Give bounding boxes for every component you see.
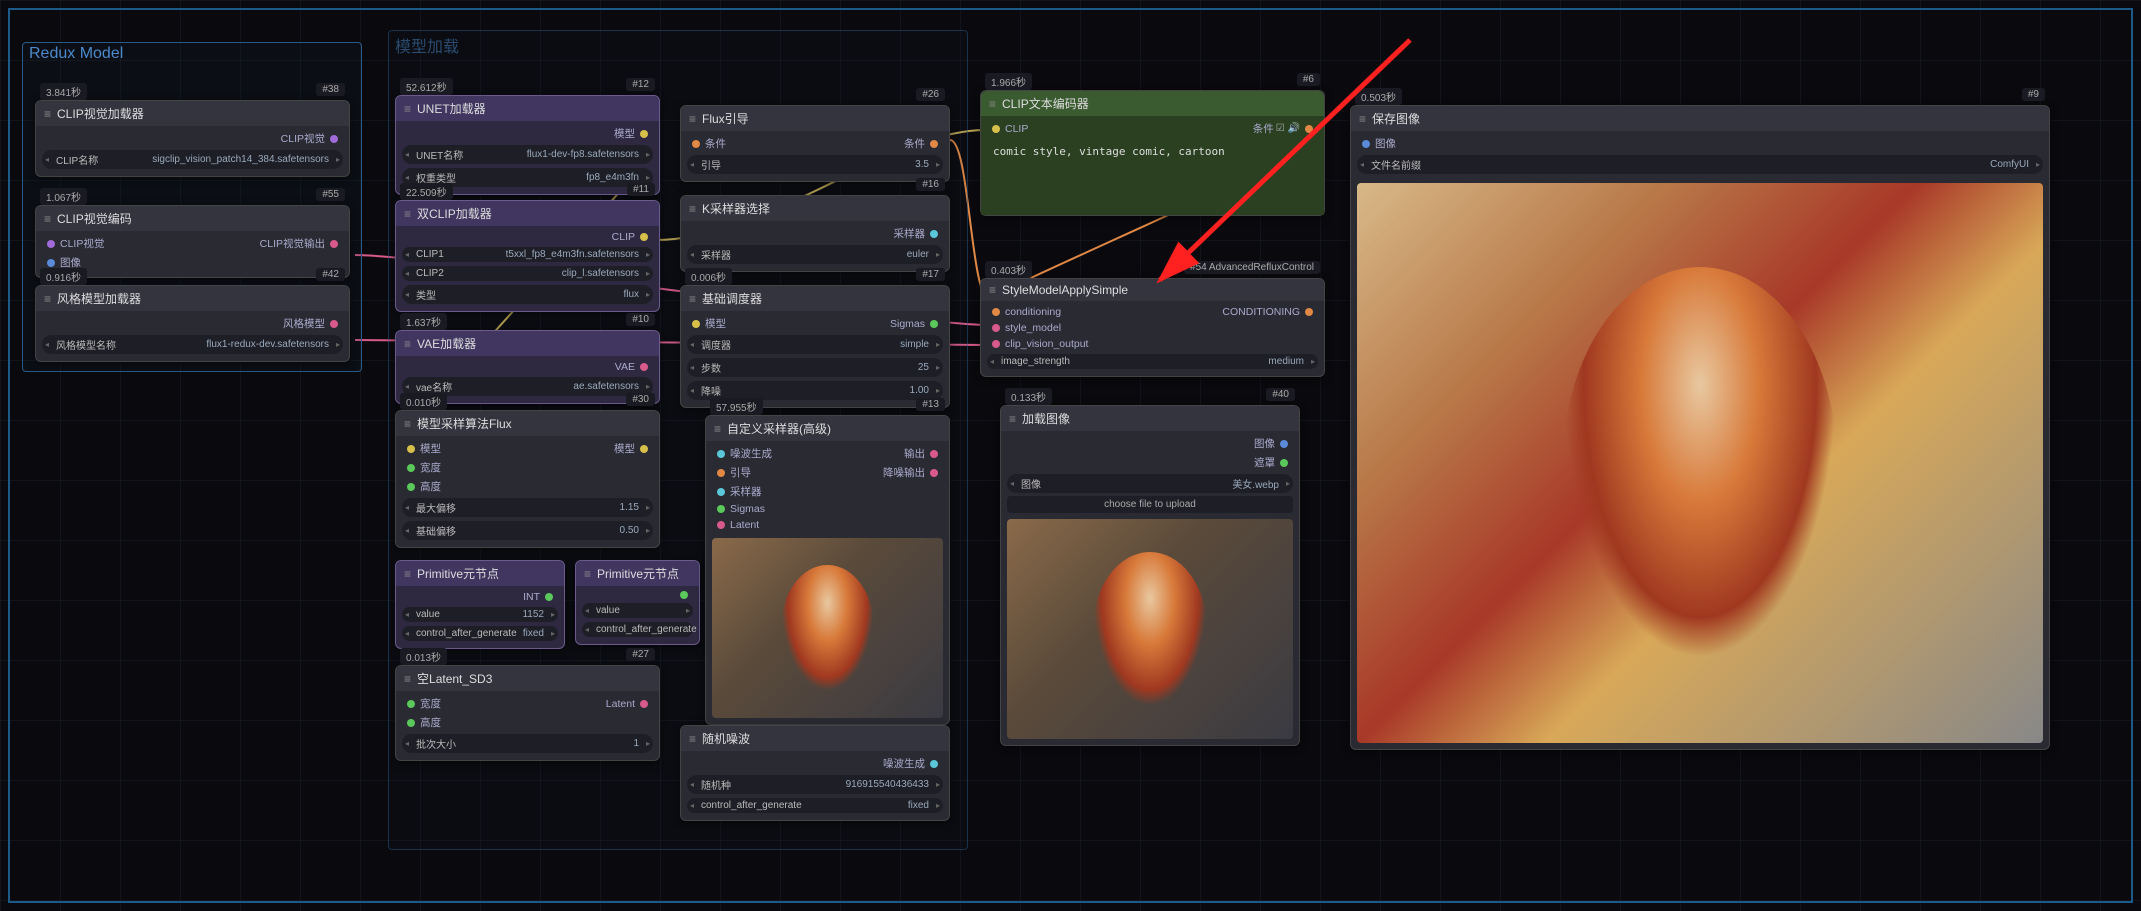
node-empty-latent-sd3[interactable]: 0.013秒 #27 空Latent_SD3 宽度Latent 高度 批次大小1 (395, 665, 660, 761)
node-save-image[interactable]: 0.503秒 #9 保存图像 图像 文件名前缀ComfyUI (1350, 105, 2050, 750)
node-style-model-loader[interactable]: 0.916秒 #42 风格模型加载器 风格模型 风格模型名称flux1-redu… (35, 285, 350, 362)
upload-button[interactable]: choose file to upload (1007, 496, 1293, 513)
node-ksampler-select[interactable]: #16 K采样器选择 采样器 采样器euler (680, 195, 950, 272)
node-title[interactable]: 空Latent_SD3 (396, 666, 659, 691)
speaker-icon[interactable]: ☑ 🔊 (1276, 123, 1300, 134)
node-title[interactable]: 随机噪波 (681, 726, 949, 751)
node-badge: #10 (626, 313, 655, 326)
node-basic-scheduler[interactable]: 0.006秒 #17 基础调度器 模型Sigmas 调度器simple 步数25… (680, 285, 950, 408)
widget-seed[interactable]: 随机种916915540436433 (687, 775, 943, 794)
exec-time: 52.612秒 (400, 78, 453, 95)
node-badge: #55 (316, 188, 345, 201)
prompt-textarea[interactable] (987, 139, 1318, 209)
node-badge: #16 (916, 178, 945, 191)
node-title[interactable]: CLIP视觉加载器 (36, 101, 349, 126)
group-label-model: 模型加载 (395, 33, 459, 57)
output-image[interactable] (1357, 183, 2043, 743)
node-title[interactable]: 模型采样算法Flux (396, 411, 659, 436)
exec-time: 57.955秒 (710, 398, 763, 415)
exec-time: 0.013秒 (400, 648, 447, 665)
widget-image[interactable]: 图像美女.webp (1007, 474, 1293, 493)
node-unet-loader[interactable]: 52.612秒 #12 UNET加载器 模型 UNET名称flux1-dev-f… (395, 95, 660, 195)
node-custom-sampler-adv[interactable]: 57.955秒 #13 自定义采样器(高级) 噪波生成输出 引导降噪输出 采样器… (705, 415, 950, 725)
node-dual-clip-loader[interactable]: 22.509秒 #11 双CLIP加载器 CLIP CLIP1t5xxl_fp8… (395, 200, 660, 312)
exec-time: 0.010秒 (400, 393, 447, 410)
preview-image (712, 538, 943, 718)
exec-time: 3.841秒 (40, 83, 87, 100)
exec-time: 1.637秒 (400, 313, 447, 330)
node-primitive-int[interactable]: Primitive元节点 INT value1152 control_after… (395, 560, 565, 649)
widget-clip-name[interactable]: CLIP名称sigclip_vision_patch14_384.safeten… (42, 150, 343, 169)
node-badge: #9 (2022, 88, 2045, 101)
node-title[interactable]: 基础调度器 (681, 286, 949, 311)
group-label-redux: Redux Model (29, 45, 123, 63)
exec-time: 0.006秒 (685, 268, 732, 285)
widget-batch[interactable]: 批次大小1 (402, 734, 653, 753)
widget-sampler[interactable]: 采样器euler (687, 245, 943, 264)
node-random-noise[interactable]: 随机噪波 噪波生成 随机种916915540436433 control_aft… (680, 725, 950, 821)
widget-style-model-name[interactable]: 风格模型名称flux1-redux-dev.safetensors (42, 335, 343, 354)
node-badge: #11 (627, 183, 655, 196)
widget-type[interactable]: 类型flux (402, 285, 653, 304)
widget-clip1[interactable]: CLIP1t5xxl_fp8_e4m3fn.safetensors (402, 247, 653, 262)
exec-time: 0.916秒 (40, 268, 87, 285)
node-flux-guidance[interactable]: #26 Flux引导 条件条件 引导3.5 (680, 105, 950, 182)
node-title[interactable]: CLIP文本编码器 (981, 91, 1324, 116)
node-badge: #17 (916, 268, 945, 281)
node-badge: #13 (916, 398, 945, 411)
node-badge: #30 (626, 393, 655, 406)
widget-control[interactable]: control_after_generate (582, 622, 693, 637)
node-title[interactable]: 加载图像 (1001, 406, 1299, 431)
node-title[interactable]: Flux引导 (681, 106, 949, 131)
node-badge: #27 (626, 648, 655, 661)
exec-time: 0.133秒 (1005, 388, 1052, 405)
node-title[interactable]: 双CLIP加载器 (396, 201, 659, 226)
node-badge: #26 (916, 88, 945, 101)
node-badge: #6 (1297, 73, 1320, 86)
node-title[interactable]: CLIP视觉编码 (36, 206, 349, 231)
node-title[interactable]: StyleModelApplySimple (981, 279, 1324, 301)
node-clip-text-encode[interactable]: 1.966秒 #6 CLIP文本编码器 CLIP条件☑ 🔊 (980, 90, 1325, 216)
widget-steps[interactable]: 步数25 (687, 358, 943, 377)
node-badge: #54 AdvancedRefluxControl (1184, 261, 1320, 274)
node-title[interactable]: 风格模型加载器 (36, 286, 349, 311)
widget-control[interactable]: control_after_generatefixed (402, 626, 558, 641)
widget-unet-name[interactable]: UNET名称flux1-dev-fp8.safetensors (402, 145, 653, 164)
exec-time: 1.966秒 (985, 73, 1032, 90)
canvas[interactable]: Redux Model 模型加载 3.841秒 #38 CLIP视觉加载器 CL… (8, 8, 2133, 903)
node-title[interactable]: K采样器选择 (681, 196, 949, 221)
node-load-image[interactable]: 0.133秒 #40 加载图像 图像 遮罩 图像美女.webp choose f… (1000, 405, 1300, 746)
widget-base-shift[interactable]: 基础偏移0.50 (402, 521, 653, 540)
node-title[interactable]: 自定义采样器(高级) (706, 416, 949, 441)
widget-guidance[interactable]: 引导3.5 (687, 155, 943, 174)
node-badge: #12 (626, 78, 655, 91)
widget-scheduler[interactable]: 调度器simple (687, 335, 943, 354)
loaded-image-preview (1007, 519, 1293, 739)
exec-time: 0.503秒 (1355, 88, 1402, 105)
exec-time: 22.509秒 (400, 183, 453, 200)
exec-time: 0.403秒 (985, 261, 1032, 278)
node-title[interactable]: Primitive元节点 (396, 561, 564, 586)
widget-image-strength[interactable]: image_strengthmedium (987, 354, 1318, 369)
node-title[interactable]: Primitive元节点 (576, 561, 699, 586)
widget-value[interactable]: value1152 (402, 607, 558, 622)
exec-time: 1.067秒 (40, 188, 87, 205)
node-clip-vision-loader[interactable]: 3.841秒 #38 CLIP视觉加载器 CLIP视觉 CLIP名称sigcli… (35, 100, 350, 177)
widget-filename-prefix[interactable]: 文件名前缀ComfyUI (1357, 155, 2043, 174)
widget-clip2[interactable]: CLIP2clip_l.safetensors (402, 266, 653, 281)
widget-control[interactable]: control_after_generatefixed (687, 798, 943, 813)
node-model-sampling-flux[interactable]: 0.010秒 #30 模型采样算法Flux 模型模型 宽度 高度 最大偏移1.1… (395, 410, 660, 548)
node-style-model-apply[interactable]: 0.403秒 #54 AdvancedRefluxControl StyleMo… (980, 278, 1325, 377)
node-badge: #38 (316, 83, 345, 96)
node-title[interactable]: UNET加载器 (396, 96, 659, 121)
node-primitive-2[interactable]: Primitive元节点 value control_after_generat… (575, 560, 700, 645)
widget-value[interactable]: value (582, 603, 693, 618)
widget-max-shift[interactable]: 最大偏移1.15 (402, 498, 653, 517)
node-title[interactable]: 保存图像 (1351, 106, 2049, 131)
node-title[interactable]: VAE加载器 (396, 331, 659, 356)
node-badge: #40 (1266, 388, 1295, 401)
node-badge: #42 (316, 268, 345, 281)
